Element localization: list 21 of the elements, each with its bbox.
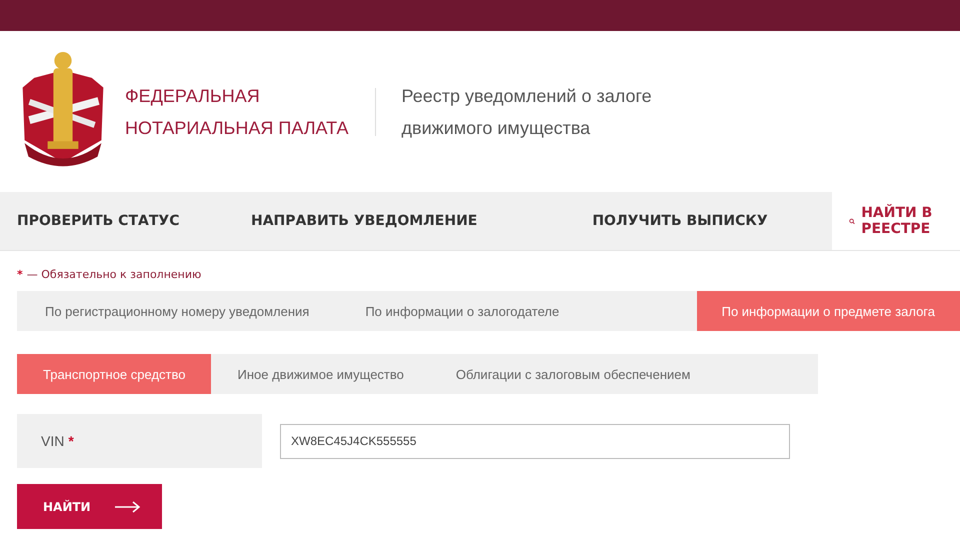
search-tab[interactable]: По информации о залогодателе bbox=[337, 291, 588, 331]
arrow-icon bbox=[114, 500, 141, 512]
search-tab[interactable]: По регистрационному номеру уведомления bbox=[17, 291, 338, 331]
subject-tab[interactable]: Иное движимое имущество bbox=[211, 354, 430, 394]
registry-title: движимого имущества bbox=[402, 116, 592, 140]
required-mark: * bbox=[17, 268, 23, 281]
required-note: — Обязательно к заполнению bbox=[26, 268, 202, 281]
vin-label: VIN bbox=[41, 433, 64, 449]
nav-tab[interactable]: НАПРАВИТЬ УВЕДОМЛЕНИЕ bbox=[234, 192, 528, 250]
nav-tab[interactable]: ПРОВЕРИТЬ СТАТУС bbox=[0, 192, 234, 250]
nav-tab[interactable]: ПОЛУЧИТЬ ВЫПИСКУ bbox=[528, 192, 832, 250]
org-name: НОТАРИАЛЬНАЯ ПАЛАТА bbox=[125, 116, 349, 140]
subject-tab[interactable]: Облигации с залоговым обеспечением bbox=[430, 354, 716, 394]
org-name: ФЕДЕРАЛЬНАЯ bbox=[125, 84, 261, 108]
nav-tab[interactable]: НАЙТИ В РЕЕСТРЕ bbox=[832, 192, 960, 250]
vin-input-field[interactable]: XW8EC45J4CK555555 bbox=[280, 424, 790, 458]
search-tab[interactable]: По информации о предмете залога bbox=[696, 291, 960, 331]
subject-tab[interactable]: Транспортное средство bbox=[17, 354, 212, 394]
registry-title: Реестр уведомлений о залоге bbox=[402, 84, 652, 108]
search-button[interactable]: НАЙТИ bbox=[17, 484, 162, 529]
required-mark: * bbox=[68, 433, 74, 449]
